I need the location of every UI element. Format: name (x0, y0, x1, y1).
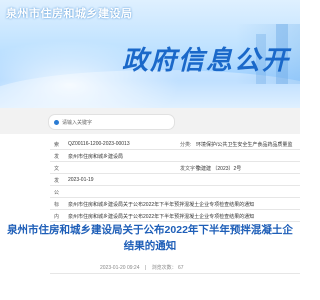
metadata-row: 标 泉州市住房和城乡建设局关于公布2022年下半年预拌混凝土企业专项检查结果的通… (50, 198, 300, 210)
divider (50, 273, 300, 274)
publish-info: 2023-01-20 09:24 | 浏览次数： 67 (100, 264, 300, 271)
search-placeholder: 请输入关键字 (62, 119, 93, 126)
metadata-row: 内 泉州市住房和城乡建设局关于公布2022年下半年预拌混凝土企业专项检查结果的通… (50, 210, 300, 222)
metadata-value: QZ00116-1200-2023-00013 (68, 141, 130, 147)
metadata-label: 索 (54, 142, 60, 148)
metadata-label: 发 (54, 154, 60, 160)
breadcrumb-bar: 请输入关键字 (0, 108, 300, 134)
metadata-value: 泉建建 〔2023〕2号 (196, 166, 242, 172)
separator: | (144, 265, 147, 271)
metadata-label: 文 (54, 166, 60, 172)
metadata-row: 发 2023-01-19 (50, 174, 300, 186)
metadata-value: 泉州市住房和城乡建设局 (68, 154, 124, 160)
location-icon (54, 119, 59, 125)
header-banner: 泉州市住房和城乡建设局 政府信息公开 (0, 0, 300, 108)
metadata-value: 泉州市住房和城乡建设局关于公布2022年下半年预拌混凝土企业专项检查结果的通知 (68, 202, 255, 208)
metadata-label: 内 (54, 214, 60, 220)
metadata-value: 2023-01-19 (68, 177, 94, 183)
views-count: 67 (177, 265, 184, 271)
metadata-value: 泉州市住房和城乡建设局关于公布2022年下半年预拌混凝土企业专项检查结果的通知 (68, 214, 255, 220)
metadata-row: 公 (50, 186, 300, 198)
section-title: 政府信息公开 (121, 45, 290, 75)
metadata-table: 索 QZ00116-1200-2023-00013 分类: 环境保护/公共卫生安… (50, 138, 300, 222)
metadata-label: 发 (54, 178, 60, 184)
article-title-line: 结果的通知 (123, 240, 177, 252)
article-title-line: 泉州市住房和城乡建设局关于公布2022年下半年预拌混凝土企 (7, 224, 293, 236)
search-box[interactable]: 请输入关键字 (48, 114, 175, 130)
views-label: 浏览次数： (151, 265, 177, 271)
metadata-label: 分类: (180, 142, 192, 148)
publish-date: 2023-01-20 09:24 (100, 265, 140, 271)
metadata-label: 公 (54, 190, 60, 196)
site-title[interactable]: 泉州市住房和城乡建设局 (6, 5, 133, 21)
metadata-row: 索 QZ00116-1200-2023-00013 分类: 环境保护/公共卫生安… (50, 138, 300, 150)
metadata-label: 标 (54, 202, 60, 208)
metadata-row: 发 泉州市住房和城乡建设局 (50, 150, 300, 162)
article-title: 泉州市住房和城乡建设局关于公布2022年下半年预拌混凝土企 结果的通知 (0, 222, 300, 254)
metadata-value: 环境保护/公共卫生安全生产食品药品质量监 (196, 142, 293, 148)
metadata-row: 文 发文字号: 泉建建 〔2023〕2号 (50, 162, 300, 174)
